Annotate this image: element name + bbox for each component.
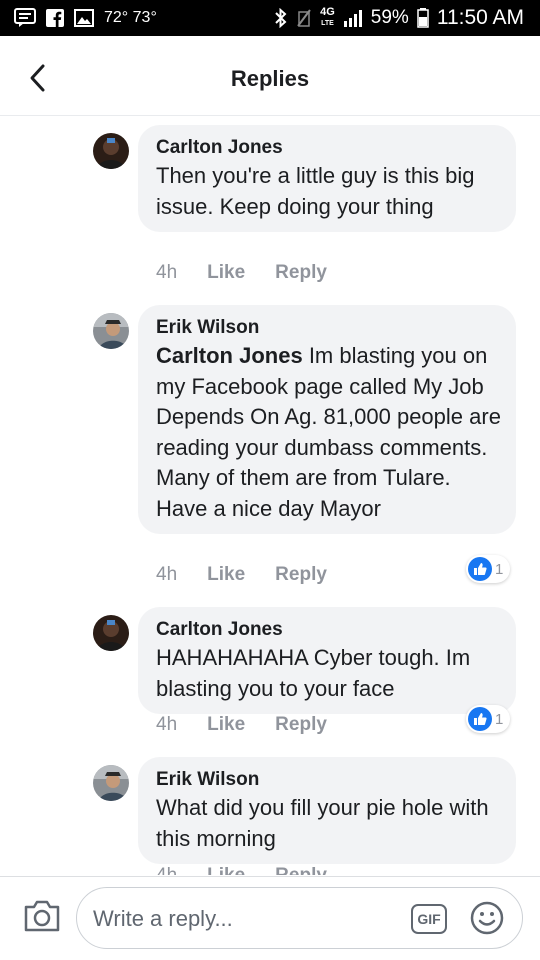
comment-text: Then you're a little guy is this big iss…	[156, 163, 475, 219]
comment-text: Carlton Jones Im blasting you on my Face…	[156, 341, 502, 524]
comment-author[interactable]: Carlton Jones	[156, 137, 502, 159]
clock: 11:50 AM	[436, 6, 524, 29]
bluetooth-icon	[274, 8, 288, 28]
network-type: 4G LTE	[320, 6, 335, 28]
emoji-button[interactable]	[469, 900, 505, 936]
avatar[interactable]	[93, 615, 129, 651]
comment-text: What did you fill your pie hole with thi…	[156, 795, 489, 851]
reply-button[interactable]: Reply	[275, 865, 327, 875]
avatar[interactable]	[93, 765, 129, 801]
like-button[interactable]: Like	[207, 564, 245, 586]
comment-text: HAHAHAHAHA Cyber tough. Im blasting you …	[156, 645, 471, 701]
comment-author[interactable]: Carlton Jones	[156, 619, 502, 641]
comment-time: 4h	[156, 714, 178, 735]
signal-icon	[343, 9, 363, 27]
reply-button[interactable]: Reply	[275, 714, 327, 736]
facebook-icon	[46, 9, 64, 27]
battery-icon	[417, 8, 429, 28]
comment-author[interactable]: Erik Wilson	[156, 317, 502, 339]
comment-actions: 4h Like Reply	[156, 714, 327, 736]
comment-author[interactable]: Erik Wilson	[156, 769, 502, 791]
like-button[interactable]: Like	[207, 262, 245, 284]
reaction-summary[interactable]: 1	[466, 705, 511, 733]
comment-bubble[interactable]: Erik Wilson What did you fill your pie h…	[138, 757, 516, 864]
comment-actions: 4h Like Reply	[156, 865, 327, 875]
comment-time: 4h	[156, 865, 177, 875]
comment-bubble[interactable]: Carlton Jones Then you're a little guy i…	[138, 125, 516, 232]
status-bar: 72° 73° 4G LTE 59% 11:50 AM	[0, 0, 540, 36]
avatar[interactable]	[93, 313, 129, 349]
comment-actions: 4h Like Reply	[156, 262, 327, 284]
reply-composer: GIF	[0, 876, 540, 960]
camera-button[interactable]	[22, 898, 62, 934]
reply-box[interactable]: GIF	[76, 887, 523, 949]
thumbs-up-icon	[468, 557, 492, 581]
battery-percent: 59%	[370, 7, 409, 28]
avatar[interactable]	[93, 133, 129, 169]
comment-thread[interactable]: Carlton Jones Then you're a little guy i…	[0, 117, 540, 875]
message-icon	[14, 8, 36, 28]
comment-bubble[interactable]: Erik Wilson Carlton Jones Im blasting yo…	[138, 305, 516, 534]
like-button[interactable]: Like	[207, 714, 245, 736]
comment-time: 4h	[156, 262, 178, 283]
reply-button[interactable]: Reply	[275, 262, 327, 284]
reaction-summary[interactable]: 1	[466, 555, 511, 583]
emoji-icon	[470, 901, 504, 935]
page-title: Replies	[230, 66, 310, 91]
gallery-icon	[74, 9, 94, 27]
reply-input[interactable]	[93, 902, 393, 936]
camera-icon	[24, 900, 60, 932]
reply-button[interactable]: Reply	[275, 564, 327, 586]
comment-bubble[interactable]: Carlton Jones HAHAHAHAHA Cyber tough. Im…	[138, 607, 516, 714]
header: Replies	[0, 36, 540, 116]
mention-link[interactable]: Carlton Jones	[156, 343, 303, 368]
comment-actions: 4h Like Reply	[156, 564, 327, 586]
thumbs-up-icon	[468, 707, 492, 731]
temperature-text: 72° 73°	[104, 9, 157, 26]
reaction-count: 1	[495, 710, 504, 728]
like-button[interactable]: Like	[207, 865, 245, 875]
comment-body: Im blasting you on my Facebook page call…	[156, 343, 501, 521]
comment-time: 4h	[156, 564, 178, 585]
reaction-count: 1	[495, 560, 504, 578]
gif-button[interactable]: GIF	[411, 904, 447, 934]
no-sim-icon	[296, 8, 312, 28]
